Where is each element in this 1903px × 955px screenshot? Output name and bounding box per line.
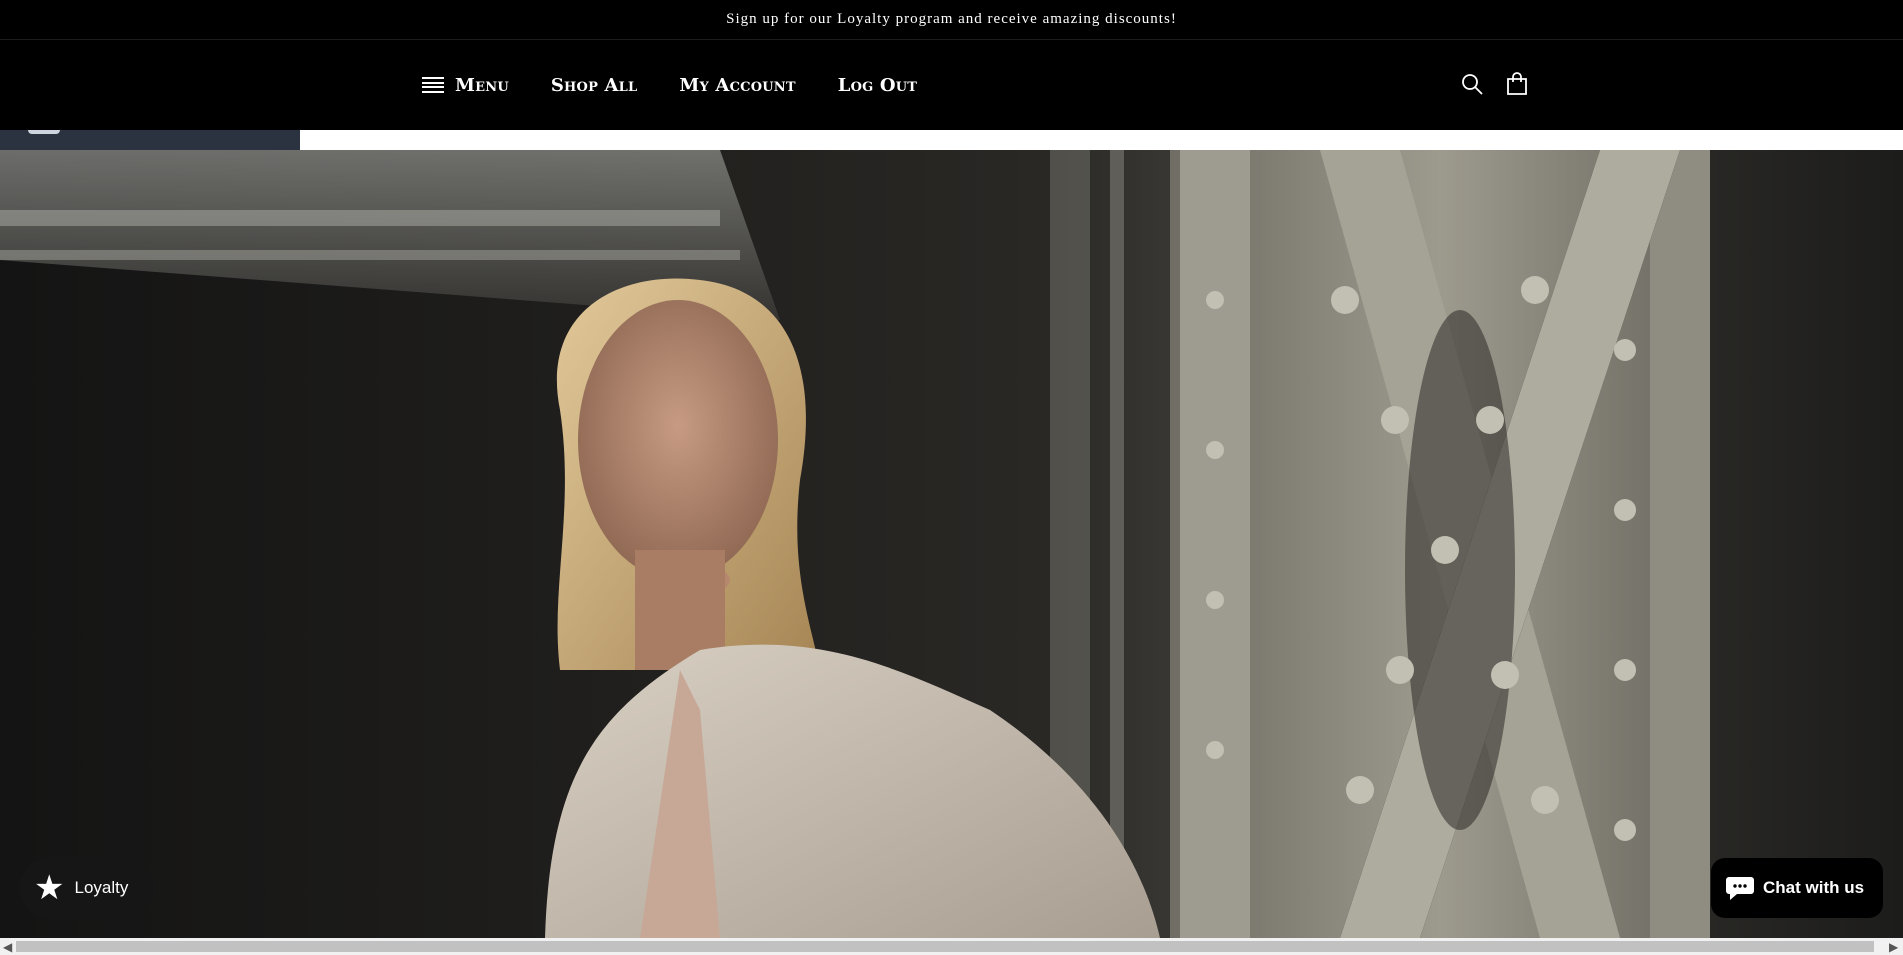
nav-log-out[interactable]: Log Out xyxy=(838,75,917,96)
chat-label: Chat with us xyxy=(1763,878,1865,897)
search-icon[interactable] xyxy=(1459,71,1485,97)
nav-shop-all[interactable]: Shop All xyxy=(551,75,638,96)
header-divider xyxy=(300,130,1903,150)
star-icon: ★ xyxy=(34,869,65,907)
logo-fragment xyxy=(28,130,60,134)
logo-strip xyxy=(0,130,300,150)
cart-icon[interactable] xyxy=(1504,71,1530,97)
loyalty-widget-button[interactable]: ★ Loyalty xyxy=(20,857,154,919)
scroll-right-icon[interactable]: ▶ xyxy=(1889,940,1898,954)
announcement-text: Sign up for our Loyalty program and rece… xyxy=(726,11,1177,27)
scroll-left-icon[interactable]: ◀ xyxy=(3,940,12,954)
horizontal-scrollbar[interactable]: ◀ ▶ xyxy=(0,938,1903,955)
nav-menu-button[interactable]: Menu xyxy=(422,75,509,96)
hamburger-icon xyxy=(422,77,444,93)
nav-my-account[interactable]: My Account xyxy=(679,75,795,96)
nav-menu-label: Menu xyxy=(455,74,509,96)
scrollbar-thumb[interactable] xyxy=(16,941,1874,952)
site-header: Menu Shop All My Account Log Out xyxy=(0,40,1903,130)
loyalty-label: Loyalty xyxy=(74,878,129,897)
announcement-bar: Sign up for our Loyalty program and rece… xyxy=(0,0,1903,40)
main-nav: Menu Shop All My Account Log Out xyxy=(422,40,959,130)
chat-bubble-icon xyxy=(1726,877,1754,900)
hero-image xyxy=(0,150,1903,938)
chat-widget-button[interactable]: Chat with us xyxy=(1711,858,1883,918)
